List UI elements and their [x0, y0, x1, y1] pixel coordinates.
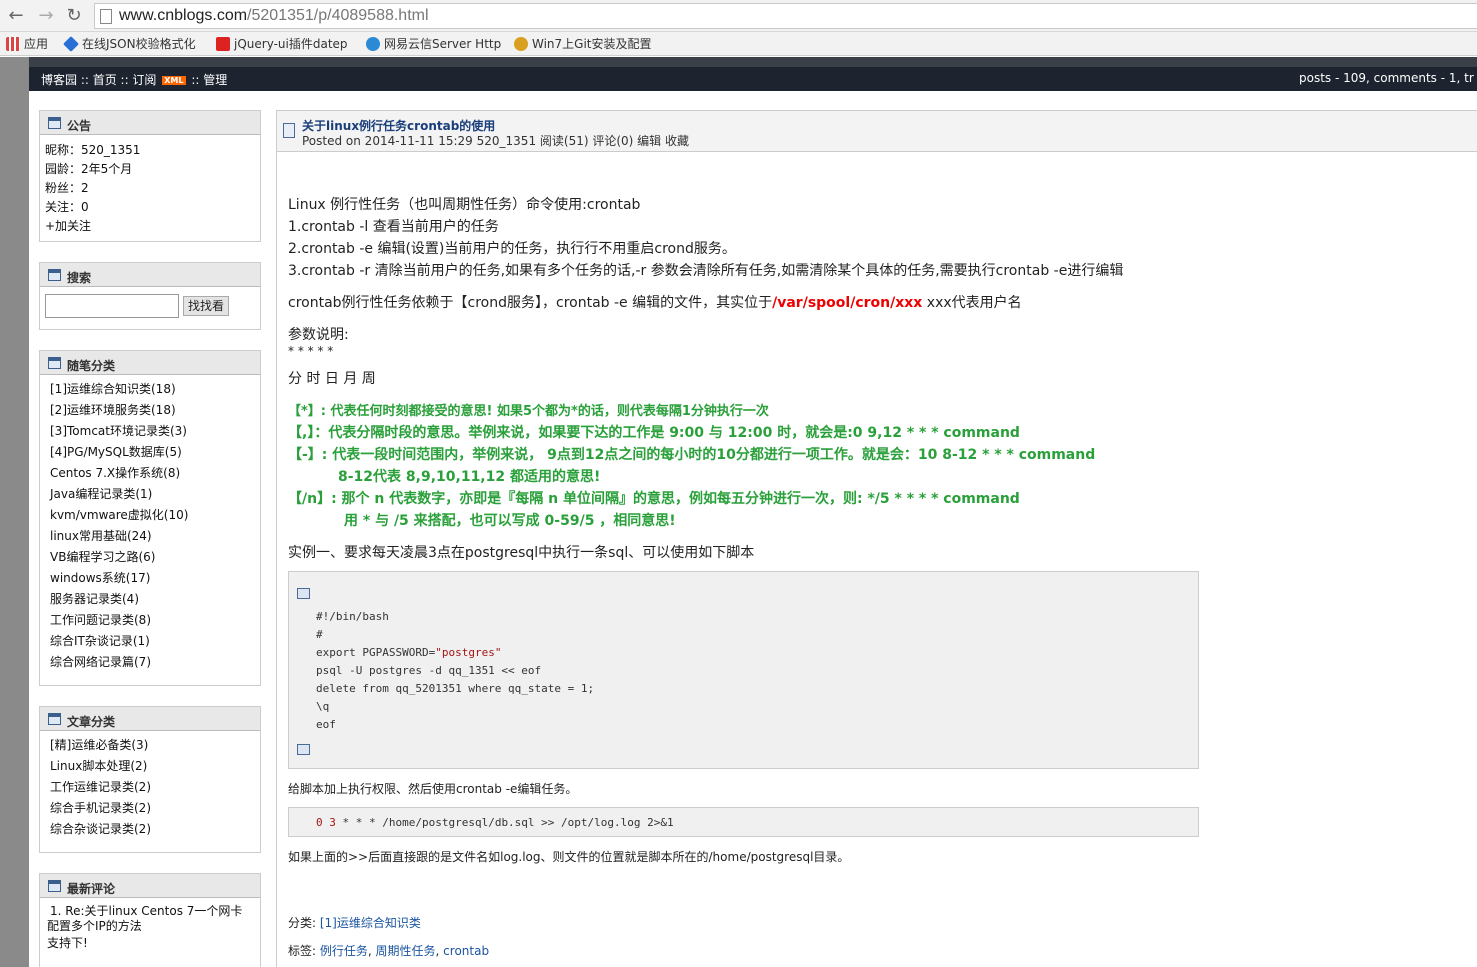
apps-grid-icon [6, 37, 20, 51]
code-text: #!/bin/bash # export PGPASSWORD="postgre… [316, 610, 595, 731]
final-note: 如果上面的>>后面直接跟的是文件名如log.log、则文件的位置就是脚本所在的/… [288, 850, 850, 864]
u-logo-icon [514, 37, 528, 51]
param-dash: 【-】: 代表一段时间范围内，举例来说， 9点到12点之间的每小时的10分都进行… [288, 447, 1096, 463]
page-icon [100, 9, 112, 24]
param-comma: 【,】：代表分隔时段的意思。举例来说，如果要下达的工作是 9:00 与 12:0… [288, 425, 1020, 441]
bookmark-jquery[interactable]: jQuery-ui插件datep [216, 36, 348, 52]
category-link[interactable]: VB编程学习之路(6) [50, 547, 254, 568]
category-link[interactable]: [1]运维综合知识类(18) [50, 379, 254, 400]
blog-nav-links[interactable]: 博客园 :: 首页 :: 订阅 XML :: 管理 [41, 71, 227, 88]
para-list: 1.crontab -l 查看当前用户的任务 [288, 219, 499, 235]
calendar-icon [48, 713, 61, 725]
reload-icon[interactable]: ↻ [64, 6, 84, 26]
comment-link[interactable]: 1. Re:关于linux Centos 7一个网卡 [50, 904, 254, 919]
sidebar-article-categories: 文章分类 [精]运维必备类(3) Linux脚本处理(2) 工作运维记录类(2)… [39, 706, 261, 853]
sidebar-search: 搜索 找找看 [39, 262, 261, 330]
params-fields: 分 时 日 月 周 [288, 371, 376, 387]
tag-link[interactable]: crontab [443, 944, 489, 958]
header-banner-strip [29, 57, 1477, 67]
category-link[interactable]: 服务器记录类(4) [50, 589, 254, 610]
category-link[interactable]: kvm/vmware虚拟化(10) [50, 505, 254, 526]
bookmarks-bar: 应用 在线JSON校验格式化 jQuery-ui插件datep 网易云信Serv… [0, 32, 1477, 56]
code-block: #!/bin/bash # export PGPASSWORD="postgre… [288, 571, 1199, 769]
blog-nav-bar: 博客园 :: 首页 :: 订阅 XML :: 管理 posts - 109, c… [29, 57, 1477, 91]
post-tags: 标签: 例行任务, 周期性任务, crontab [288, 944, 490, 958]
comment-text: 支持下! [47, 936, 88, 950]
cron-path-highlight: /var/spool/cron/xxx [772, 295, 923, 311]
page-left-margin [0, 57, 29, 967]
blog-stats: posts - 109, comments - 1, tr [1299, 71, 1474, 85]
blog-age-line: 园龄：2年5个月 [45, 162, 133, 176]
c-logo-icon [216, 37, 230, 51]
category-link[interactable]: windows系统(17) [50, 568, 254, 589]
copy-code-icon[interactable] [297, 588, 310, 599]
article-category-link[interactable]: 综合杂谈记录类(2) [50, 819, 254, 840]
nickname-line: 昵称：520_1351 [45, 143, 141, 157]
article-category-link[interactable]: 综合手机记录类(2) [50, 798, 254, 819]
cron-line-text: 0 3 * * * /home/postgresql/db.sql >> /op… [316, 816, 674, 829]
sidebar-post-categories: 随笔分类 [1]运维综合知识类(18) [2]运维环境服务类(18) [3]To… [39, 350, 261, 686]
category-link[interactable]: 工作问题记录类(8) [50, 610, 254, 631]
category-link[interactable]: [1]运维综合知识类 [320, 916, 421, 930]
param-star: 【*】: 代表任何时刻都接受的意思! 如果5个都为*的话，则代表每隔1分钟执行一… [288, 404, 769, 419]
para-location: crontab例行性任务依赖于【crond服务】，crontab -e 编辑的文… [288, 295, 1022, 311]
browser-toolbar: ← → ↻ www.cnblogs.com/5201351/p/4089588.… [0, 0, 1477, 32]
bookmark-git[interactable]: Win7上Git安装及配置 [514, 36, 652, 52]
params-stars: * * * * * [288, 344, 334, 358]
param-dash-cont: 8-12代表 8,9,10,11,12 都适用的意思! [338, 469, 601, 485]
para-list: 3.crontab -r 清除当前用户的任务,如果有多个任务的话,-r 参数会清… [288, 263, 1124, 279]
comment-link-cont[interactable]: 配置多个IP的方法 [47, 919, 254, 934]
params-label: 参数说明: [288, 327, 349, 343]
tag-link[interactable]: 周期性任务 [376, 944, 436, 958]
post-container: 关于linux例行任务crontab的使用 Posted on 2014-11-… [276, 110, 1477, 967]
url-domain: www.cnblogs.com [119, 7, 248, 24]
url-path: /5201351/p/4089588.html [247, 7, 429, 24]
param-slash-cont: 用 * 与 /5 来搭配，也可以写成 0-59/5 ，相同意思! [344, 513, 676, 529]
calendar-icon [48, 880, 61, 892]
category-link[interactable]: linux常用基础(24) [50, 526, 254, 547]
category-link[interactable]: [3]Tomcat环境记录类(3) [50, 421, 254, 442]
diamond-icon [63, 36, 79, 52]
category-link[interactable]: Java编程记录类(1) [50, 484, 254, 505]
calendar-icon [48, 357, 61, 369]
article-category-link[interactable]: 工作运维记录类(2) [50, 777, 254, 798]
post-category: 分类: [1]运维综合知识类 [288, 916, 421, 930]
bookmark-apps[interactable]: 应用 [6, 36, 48, 52]
netease-icon [366, 37, 380, 51]
tag-link[interactable]: 例行任务 [320, 944, 368, 958]
address-bar[interactable]: www.cnblogs.com/5201351/p/4089588.html [94, 3, 1477, 29]
category-link[interactable]: 综合网络记录篇(7) [50, 652, 254, 673]
para-list: 2.crontab -e 编辑(设置)当前用户的任务，执行行不用重启crond服… [288, 241, 736, 257]
post-header: 关于linux例行任务crontab的使用 Posted on 2014-11-… [277, 110, 1477, 152]
search-button[interactable]: 找找看 [183, 296, 229, 316]
followers-line: 粉丝：2 [45, 181, 89, 195]
search-input[interactable] [45, 294, 179, 318]
calendar-icon [48, 117, 61, 129]
category-link[interactable]: Centos 7.X操作系统(8) [50, 463, 254, 484]
param-slash: 【/n】: 那个 n 代表数字，亦即是『每隔 n 单位间隔』的意思，例如每五分钟… [288, 491, 1020, 507]
cron-line-block: 0 3 * * * /home/postgresql/db.sql >> /op… [288, 807, 1199, 837]
xml-feed-icon[interactable]: XML [162, 76, 186, 85]
forward-icon[interactable]: → [36, 6, 56, 26]
sidebar-recent-comments: 最新评论 1. Re:关于linux Centos 7一个网卡 配置多个IP的方… [39, 873, 261, 967]
bookmark-json[interactable]: 在线JSON校验格式化 [63, 36, 196, 52]
follow-link[interactable]: +加关注 [45, 217, 254, 236]
article-category-link[interactable]: [精]运维必备类(3) [50, 735, 254, 756]
sidebar-notice: 公告 昵称：520_1351 园龄：2年5个月 粉丝：2 关注：0 +加关注 [39, 110, 261, 242]
post-meta: Posted on 2014-11-11 15:29 520_1351 阅读(5… [302, 134, 689, 148]
copy-code-icon[interactable] [297, 744, 310, 755]
category-link[interactable]: [2]运维环境服务类(18) [50, 400, 254, 421]
article-category-link[interactable]: Linux脚本处理(2) [50, 756, 254, 777]
example-intro: 实例一、要求每天凌晨3点在postgresql中执行一条sql、可以使用如下脚本 [288, 545, 755, 561]
bookmark-netease[interactable]: 网易云信Server Http [366, 36, 501, 52]
back-icon[interactable]: ← [6, 6, 26, 26]
after-code-text: 给脚本加上执行权限、然后使用crontab -e编辑任务。 [288, 782, 578, 796]
calendar-icon [48, 269, 61, 281]
following-line: 关注：0 [45, 200, 89, 214]
document-icon [283, 123, 295, 138]
para-intro: Linux 例行性任务（也叫周期性任务）命令使用:crontab [288, 197, 641, 213]
category-link[interactable]: [4]PG/MySQL数据库(5) [50, 442, 254, 463]
category-link[interactable]: 综合IT杂谈记录(1) [50, 631, 254, 652]
